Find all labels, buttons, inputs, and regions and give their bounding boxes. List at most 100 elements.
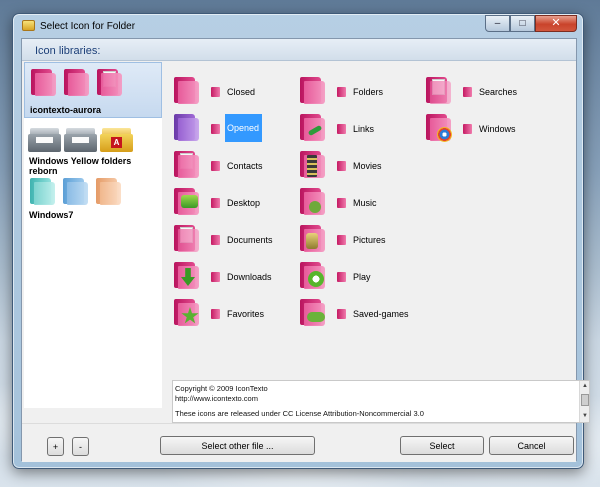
links-folder-icon	[298, 112, 328, 142]
library-label: Windows Yellow folders reborn	[29, 156, 132, 176]
maximize-button[interactable]: □	[510, 15, 535, 32]
icon-item-movies[interactable]: Movies	[298, 149, 423, 185]
icon-item-downloads[interactable]: Downloads	[172, 260, 297, 296]
icon-label: Music	[353, 198, 377, 208]
blue-folder-icon	[61, 176, 91, 206]
small-folder-icon	[337, 161, 346, 171]
peach-folder-icon	[94, 176, 124, 206]
pink-folder-icon	[62, 67, 92, 97]
icon-item-documents[interactable]: Documents	[172, 223, 297, 259]
small-folder-icon	[211, 87, 220, 97]
icon-item-saved-games[interactable]: Saved-games	[298, 297, 423, 333]
icon-label: Play	[353, 272, 371, 282]
icon-label: Saved-games	[353, 309, 409, 319]
select-button[interactable]: Select	[400, 436, 484, 455]
icon-item-searches[interactable]: Searches	[424, 75, 549, 111]
small-folder-icon	[463, 124, 472, 134]
icon-label: Favorites	[227, 309, 265, 319]
icon-item-desktop[interactable]: Desktop	[172, 186, 297, 222]
folder-icon	[22, 20, 35, 31]
searches-folder-icon	[424, 75, 454, 105]
small-folder-icon	[337, 198, 346, 208]
cancel-button[interactable]: Cancel	[489, 436, 574, 455]
icon-label: Windows	[479, 124, 516, 134]
minimize-button[interactable]: –	[485, 15, 510, 32]
teal-folder-icon	[28, 176, 58, 206]
gray-folder-icon	[64, 128, 97, 152]
icon-label: Documents	[227, 235, 273, 245]
small-folder-icon	[211, 272, 220, 282]
icon-item-favorites[interactable]: Favorites	[172, 297, 297, 333]
library-item-icontexto-aurora[interactable]: icontexto-aurora	[24, 62, 162, 118]
icon-item-music[interactable]: Music	[298, 186, 423, 222]
small-folder-icon	[337, 87, 346, 97]
website-text: http://www.icontexto.com	[175, 393, 258, 403]
pink-folder-icon	[95, 67, 125, 97]
icon-item-contacts[interactable]: Contacts	[172, 149, 297, 185]
small-folder-icon	[211, 235, 220, 245]
saved-games-folder-icon	[298, 297, 328, 327]
small-folder-icon	[211, 161, 220, 171]
icon-label: Pictures	[353, 235, 386, 245]
opened-folder-icon	[172, 112, 202, 142]
movies-folder-icon	[298, 149, 328, 179]
title-bar[interactable]: Select Icon for Folder – □ ✕	[13, 14, 583, 38]
caption-buttons: – □ ✕	[485, 15, 577, 32]
icon-label: Closed	[227, 87, 256, 97]
library-item-windows-yellow-folders-reborn[interactable]: A Windows Yellow folders reborn	[24, 124, 162, 176]
small-folder-icon	[211, 198, 220, 208]
icon-item-folders[interactable]: Folders	[298, 75, 423, 111]
remove-library-button[interactable]: -	[72, 437, 89, 456]
scroll-up-icon[interactable]: ▲	[582, 382, 588, 392]
icon-item-play[interactable]: Play	[298, 260, 423, 296]
icon-item-opened[interactable]: Opened	[172, 112, 297, 148]
dialog-window: Select Icon for Folder – □ ✕ Icon librar…	[12, 13, 590, 469]
play-folder-icon	[298, 260, 328, 290]
add-library-button[interactable]: +	[47, 437, 64, 456]
libraries-header: Icon libraries:	[22, 39, 576, 61]
scroll-down-icon[interactable]: ▼	[582, 412, 588, 422]
small-folder-icon	[211, 124, 220, 134]
library-list: icontexto-aurora A Windows Yellow folder…	[24, 62, 162, 408]
select-other-file-button[interactable]: Select other file ...	[160, 436, 315, 455]
scroll-thumb[interactable]	[581, 394, 589, 406]
gray-folder-icon	[28, 128, 61, 152]
small-folder-icon	[463, 87, 472, 97]
icon-item-windows[interactable]: Windows	[424, 112, 549, 148]
contacts-folder-icon	[172, 149, 202, 179]
library-label: icontexto-aurora	[30, 105, 102, 115]
license-info-box[interactable]: Copyright © 2009 IconTexto http://www.ic…	[172, 380, 590, 423]
window-title: Select Icon for Folder	[40, 21, 136, 32]
close-button[interactable]: ✕	[535, 15, 577, 32]
libraries-header-label: Icon libraries:	[35, 45, 101, 57]
favorites-folder-icon	[172, 297, 202, 327]
windows-folder-icon	[424, 112, 454, 142]
icon-label: Downloads	[227, 272, 272, 282]
icon-label: Desktop	[227, 198, 261, 208]
library-item-windows7[interactable]: Windows7	[24, 174, 162, 220]
icon-label: Folders	[353, 87, 384, 97]
icon-label: Links	[353, 124, 375, 134]
button-bar: + - Select other file ... Select Cancel	[22, 423, 576, 462]
icon-grid: Closed Folders Searches Opened Links Win…	[172, 75, 577, 375]
icon-label: Searches	[479, 87, 518, 97]
small-folder-icon	[337, 309, 346, 319]
copyright-text: Copyright © 2009 IconTexto	[175, 384, 268, 393]
music-folder-icon	[298, 186, 328, 216]
small-folder-icon	[337, 124, 346, 134]
small-folder-icon	[337, 272, 346, 282]
adobe-folder-icon: A	[100, 128, 133, 152]
downloads-folder-icon	[172, 260, 202, 290]
small-folder-icon	[337, 235, 346, 245]
license-scrollbar[interactable]: ▲ ▼	[579, 381, 589, 422]
icon-label: Movies	[353, 161, 382, 171]
icon-item-pictures[interactable]: Pictures	[298, 223, 423, 259]
closed-folder-icon	[172, 75, 202, 105]
desktop-folder-icon	[172, 186, 202, 216]
dialog-client: Icon libraries: icontexto-aurora A Windo…	[21, 38, 590, 462]
icon-item-closed[interactable]: Closed	[172, 75, 297, 111]
pink-folder-icon	[29, 67, 59, 97]
pictures-folder-icon	[298, 223, 328, 253]
icon-item-links[interactable]: Links	[298, 112, 423, 148]
icon-label: Opened	[225, 114, 263, 142]
